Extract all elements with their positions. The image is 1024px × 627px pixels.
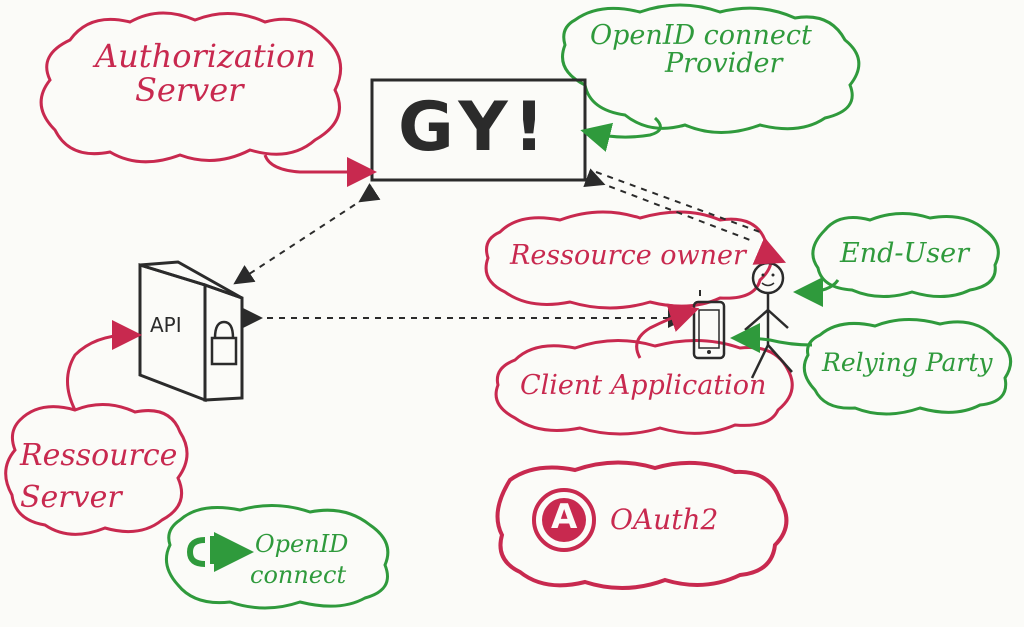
authorization-server-line2: Server [135,70,244,109]
authorization-server-label: Authorization Server [95,37,316,109]
diagram-canvas: Authorization Server OpenID connect Prov… [0,0,1024,627]
authorization-server-line1: Authorization [95,37,316,75]
resource-server-line2: Server [20,479,122,515]
openid-connect-mark-icon [186,532,254,572]
openid-connect-label: OpenID connect [250,530,349,588]
openid-connect-line2: connect [250,561,347,590]
resource-owner-label: Ressource owner [510,240,746,271]
openid-connect-line1: OpenID [255,530,349,558]
resource-server-label: Ressource Server [20,440,177,513]
api-label: API [150,313,182,337]
smartphone-icon [692,300,726,360]
stick-figure-icon [744,261,793,379]
server-logo-text: GY! [398,88,551,167]
openid-provider-line2: Provider [665,48,783,80]
end-user-label: End-User [840,238,970,269]
padlock-icon [210,320,238,366]
openid-provider-label: OpenID connect Provider [590,20,812,80]
oauth2-logo-letter: A [551,497,578,537]
green-connectors [580,116,840,354]
openid-provider-line1: OpenID connect [590,20,812,51]
client-application-label: Client Application [520,370,767,401]
oauth2-text: OAuth2 [610,503,719,536]
relying-party-label: Relying Party [822,348,993,377]
resource-server-line1: Ressource [20,438,178,473]
